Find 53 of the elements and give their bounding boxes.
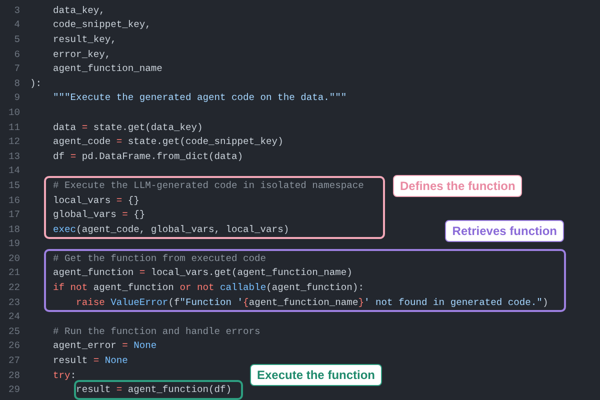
code-line: result = None bbox=[52, 355, 128, 366]
line-number: 19 bbox=[7, 238, 20, 250]
line-number: 7 bbox=[13, 63, 20, 74]
line-number: 20 bbox=[7, 252, 20, 264]
code-line: data_key, bbox=[52, 4, 105, 16]
line-number: 18 bbox=[7, 224, 20, 235]
line-number: 24 bbox=[7, 311, 20, 322]
annotation-label: Execute the function bbox=[250, 364, 382, 386]
line-number: 28 bbox=[7, 370, 20, 381]
line-number: 22 bbox=[7, 282, 20, 294]
code-line: """Execute the generated agent code on the data.""" bbox=[52, 92, 347, 104]
line-number: 27 bbox=[7, 355, 20, 366]
code-line: if not agent_function or not callable(agent_function): bbox=[52, 282, 364, 294]
line-number: 9 bbox=[13, 92, 20, 104]
line-number: 17 bbox=[7, 209, 20, 220]
code-line: result_key, bbox=[52, 34, 116, 45]
annotation-label: Retrieves function bbox=[445, 220, 564, 242]
code-line: exec(agent_code, global_vars, local_vars) bbox=[52, 224, 290, 235]
line-number: 26 bbox=[7, 340, 20, 352]
code-line: # Get the function from executed code bbox=[52, 252, 266, 264]
code-line: agent_code = state.get(code_snippet_key) bbox=[52, 136, 284, 148]
line-number: 15 bbox=[7, 180, 20, 191]
line-number: 14 bbox=[7, 165, 20, 176]
code-line: result = agent_function(df) bbox=[75, 384, 232, 396]
line-number: 3 bbox=[13, 4, 20, 16]
code-line: agent_error = None bbox=[52, 340, 157, 352]
line-number: 11 bbox=[7, 122, 20, 133]
code-line: # Execute the LLM-generated code in isolated namespace bbox=[52, 180, 364, 191]
line-number: 16 bbox=[7, 194, 20, 206]
code-line: local_vars = {} bbox=[52, 194, 140, 206]
code-line: try: bbox=[52, 370, 76, 381]
code-line: data = state.get(data_key) bbox=[52, 122, 203, 133]
line-number: 21 bbox=[7, 267, 20, 278]
line-number: 25 bbox=[7, 326, 20, 337]
code-line: agent_function_name bbox=[52, 63, 162, 74]
code-line: global_vars = {} bbox=[52, 209, 146, 220]
code-line: agent_function = local_vars.get(agent_function_name) bbox=[52, 267, 352, 278]
line-number: 8 bbox=[13, 78, 20, 89]
code-line: df = pd.DataFrame.from_dict(data) bbox=[52, 150, 244, 162]
line-number: 5 bbox=[13, 34, 20, 45]
line-number: 10 bbox=[7, 106, 20, 118]
code-line: raise ValueError(f"Function '{agent_function_name}' not found in generated code.") bbox=[75, 296, 548, 308]
line-number: 12 bbox=[7, 136, 20, 148]
code-line: # Run the function and handle errors bbox=[52, 326, 260, 337]
line-number: 23 bbox=[7, 296, 20, 308]
code-line: code_snippet_key, bbox=[52, 19, 151, 30]
line-number: 13 bbox=[7, 150, 20, 162]
line-number: 29 bbox=[7, 384, 20, 396]
annotation-label: Defines the function bbox=[393, 175, 522, 197]
line-number: 4 bbox=[13, 19, 20, 30]
code-line: ): bbox=[30, 78, 42, 89]
line-number: 6 bbox=[13, 48, 20, 60]
code-line: error_key, bbox=[52, 48, 111, 60]
